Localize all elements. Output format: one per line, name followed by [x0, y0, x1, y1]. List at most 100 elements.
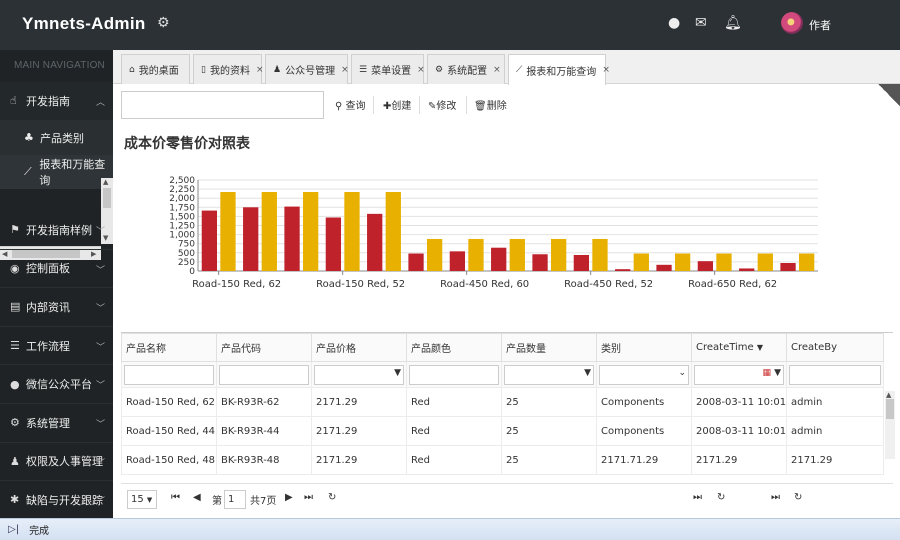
divider: [419, 96, 420, 114]
scroll-up-arrow-icon[interactable]: ▲: [886, 391, 891, 399]
sidebar-subitem-report-query[interactable]: ⟋ 报表和万能查询: [0, 154, 113, 189]
filter-icon[interactable]: ▼: [394, 368, 401, 378]
create-button[interactable]: ✚创建: [383, 97, 411, 112]
calendar-icon[interactable]: ▦: [762, 368, 771, 378]
column-header[interactable]: 类别: [596, 333, 692, 362]
filter-input[interactable]: ▼: [314, 364, 404, 385]
filter-date-input[interactable]: ▦ ▼: [694, 364, 784, 385]
close-icon[interactable]: ×: [256, 65, 264, 75]
price-comparison-chart: 02505007501,0001,2501,5001,7502,0002,250…: [169, 176, 818, 290]
close-icon[interactable]: ×: [493, 65, 501, 75]
sidebar-item-wechat[interactable]: ● 微信公众平台 ﹀: [0, 365, 113, 404]
trash-icon: 🗑︎: [474, 101, 487, 112]
bell-icon[interactable]: 🔔︎: [724, 15, 742, 31]
filter-input[interactable]: [789, 364, 881, 385]
refresh-icon[interactable]: ↻: [794, 492, 802, 503]
sidebar-item-bugs[interactable]: ✱ 缺陷与开发跟踪 ﹀: [0, 481, 113, 520]
table-cell: Components: [596, 416, 692, 446]
tab-system-config[interactable]: ⚙ 系统配置 ×: [427, 54, 505, 84]
tab-official-accounts[interactable]: ♟ 公众号管理 ×: [265, 54, 349, 84]
last-page-icon[interactable]: ⏭: [693, 492, 702, 503]
column-header[interactable]: 产品代码: [216, 333, 312, 362]
filter-input[interactable]: [219, 364, 309, 385]
refresh-icon[interactable]: ↻: [717, 492, 725, 503]
table-row[interactable]: Road-150 Red, 62 BK-R93R-62 2171.29 Red 25 Co…: [121, 387, 884, 417]
refresh-icon[interactable]: ↻: [328, 492, 336, 503]
top-bar: Ymnets-Admin ⚙ ● ✉ 🔔︎ 作者: [0, 0, 900, 50]
sidebar-item-workflow[interactable]: ☰ 工作流程 ﹀: [0, 327, 113, 366]
chevron-down-icon[interactable]: ⌄: [678, 368, 686, 378]
first-page-icon[interactable]: ⏮: [171, 492, 180, 503]
edit-button[interactable]: ✎修改: [428, 97, 456, 112]
scrollbar-thumb[interactable]: [886, 399, 894, 419]
user-name[interactable]: 作者: [809, 17, 831, 33]
tab-report-query[interactable]: ⟋ 报表和万能查询 ×: [508, 54, 610, 85]
table-cell: 2008-03-11 10:01:36: [691, 387, 787, 417]
cogs-icon[interactable]: ⚙: [157, 15, 170, 31]
query-button[interactable]: ⚲ 查询: [335, 97, 366, 112]
sidebar-subitem-product-category[interactable]: ♣ 产品类别: [0, 120, 113, 155]
brand-logo[interactable]: Ymnets-Admin: [22, 14, 146, 34]
close-icon[interactable]: ×: [602, 65, 610, 75]
last-page-icon[interactable]: ⏭: [304, 492, 313, 503]
prev-page-icon[interactable]: ◀: [193, 492, 201, 503]
y-tick-label: 1,000: [169, 231, 195, 241]
x-tick-label: Road-150 Red, 62: [192, 279, 281, 290]
tab-menu-settings[interactable]: ☰ 菜单设置 ×: [351, 54, 425, 84]
scroll-up-arrow-icon[interactable]: ▲: [103, 178, 108, 186]
filter-dropdown[interactable]: ⌄: [599, 364, 689, 385]
line-chart-icon: ⟋: [24, 164, 32, 178]
chart-bar: [385, 192, 401, 271]
tab-my-profile[interactable]: ▯ 我的资料 ×: [193, 54, 264, 84]
filter-input[interactable]: [409, 364, 499, 385]
sidebar-item-dev-guide[interactable]: ☝ 开发指南 ︿: [0, 82, 113, 121]
fullscreen-toggle-icon[interactable]: [878, 84, 900, 106]
chart-bar: [532, 254, 548, 271]
column-header[interactable]: CreateBy: [786, 333, 884, 362]
y-tick-label: 2,250: [169, 185, 195, 195]
column-header[interactable]: 产品名称: [121, 333, 217, 362]
avatar[interactable]: [781, 12, 803, 34]
column-header[interactable]: 产品数量: [501, 333, 597, 362]
nav-heading: MAIN NAVIGATION: [14, 60, 105, 71]
grid-vertical-scrollbar[interactable]: ▲: [885, 391, 895, 459]
chevron-down-icon: ﹀: [95, 227, 105, 237]
table-cell: Road-150 Red, 48: [121, 445, 217, 475]
bug-icon: ✱: [10, 493, 20, 507]
table-row[interactable]: Road-150 Red, 44 BK-R93R-44 2171.29 Red 25 Co…: [121, 416, 884, 446]
column-header-sorted[interactable]: CreateTime ▼: [691, 333, 787, 362]
table-row[interactable]: Road-150 Red, 48 BK-R93R-48 2171.29 Red 25 21…: [121, 445, 884, 475]
chart-bar: [426, 238, 443, 271]
search-icon: ⚲: [335, 101, 343, 112]
column-header[interactable]: 产品颜色: [406, 333, 502, 362]
sidebar-item-permissions[interactable]: ♟ 权限及人事管理 ﹀: [0, 443, 113, 482]
close-icon[interactable]: ×: [341, 65, 349, 75]
chart-bar: [633, 253, 649, 271]
page-size-value: 15: [131, 494, 144, 505]
delete-button[interactable]: 🗑︎删除: [474, 97, 507, 112]
sidebar-item-dashboard[interactable]: ◉ 控制面板 ﹀: [0, 250, 113, 289]
close-icon[interactable]: ×: [417, 65, 425, 75]
scrollbar-thumb[interactable]: [103, 188, 111, 208]
sidebar-item-system[interactable]: ⚙ 系统管理 ﹀: [0, 404, 113, 443]
page-number-input[interactable]: 1: [224, 490, 246, 509]
x-tick-label: Road-150 Red, 52: [316, 279, 405, 290]
mail-icon[interactable]: ✉: [695, 15, 707, 31]
filter-icon[interactable]: ▼: [774, 368, 781, 378]
filter-input[interactable]: ▼: [504, 364, 594, 385]
last-page-icon[interactable]: ⏭: [771, 492, 780, 503]
sidebar-item-news[interactable]: ▤ 内部资讯 ﹀: [0, 288, 113, 327]
chat-icon[interactable]: ●: [668, 15, 680, 31]
sidebar-item-dev-guide-samples[interactable]: ⚑ 开发指南样例 ﹀: [0, 211, 113, 250]
filter-icon[interactable]: ▼: [584, 368, 591, 378]
chart-bar: [302, 192, 319, 271]
caret-down-icon: ▼: [146, 496, 153, 504]
search-input[interactable]: [121, 91, 324, 119]
filter-input[interactable]: [124, 364, 214, 385]
sidebar-toggle-icon[interactable]: ▷|: [8, 524, 19, 535]
next-page-icon[interactable]: ▶: [285, 492, 293, 503]
tab-desktop[interactable]: ⌂ 我的桌面: [121, 54, 190, 84]
page-size-select[interactable]: 15 ▼: [127, 490, 157, 509]
column-header[interactable]: 产品价格: [311, 333, 407, 362]
chart-bar: [739, 268, 755, 271]
